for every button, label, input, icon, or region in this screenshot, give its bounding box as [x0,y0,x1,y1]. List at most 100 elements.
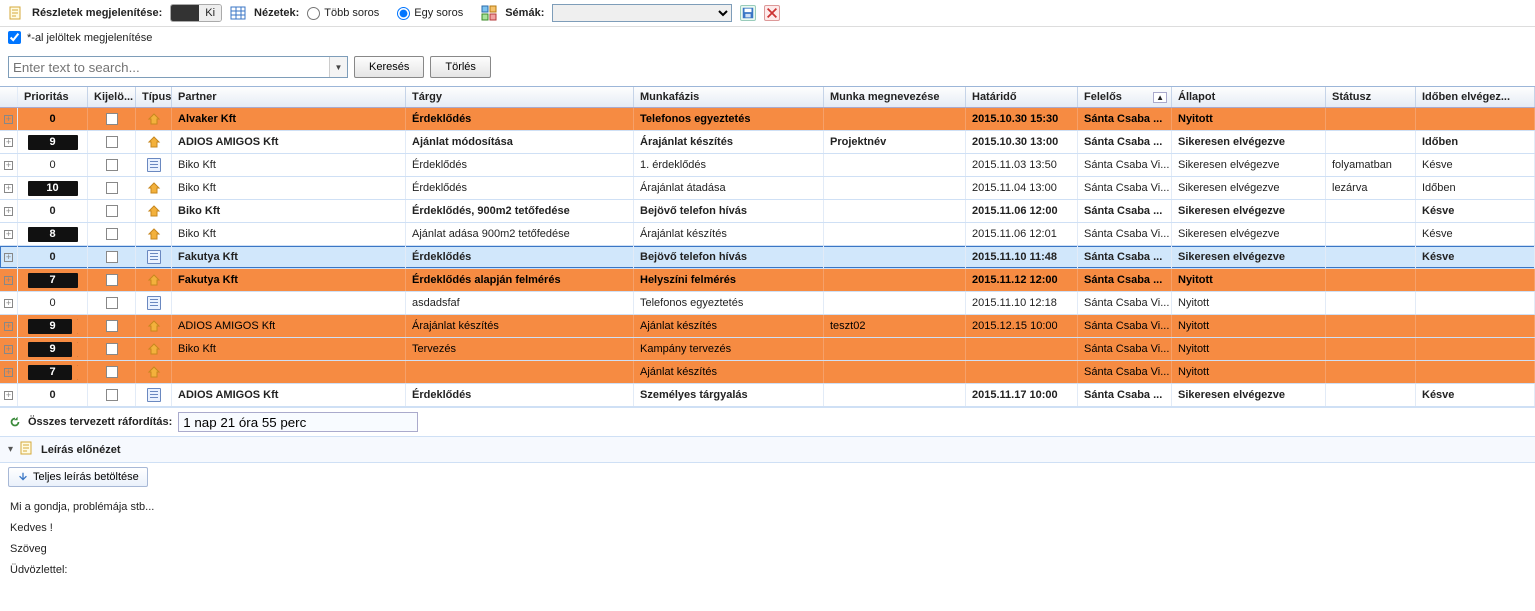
star-filter-checkbox[interactable] [8,31,21,44]
search-button[interactable]: Keresés [354,56,424,78]
cell-felelos: Sánta Csaba Vi... [1078,315,1172,337]
col-kijelo[interactable]: Kijelö... [88,87,136,107]
load-full-description-button[interactable]: Teljes leírás betöltése [8,467,148,487]
cell-idoben: Késve [1416,384,1535,406]
cell-tipus [136,223,172,245]
cell-kijelo[interactable] [88,384,136,406]
table-row[interactable]: +7Fakutya KftÉrdeklődés alapján felmérés… [0,269,1535,292]
table-row[interactable]: +0Biko KftÉrdeklődés, 900m2 tetőfedéseBe… [0,200,1535,223]
expand-button[interactable]: + [0,177,18,199]
cell-hatarido: 2015.11.10 11:48 [966,246,1078,268]
table-row[interactable]: +0Biko KftÉrdeklődés1. érdeklődés2015.11… [0,154,1535,177]
col-hatarido[interactable]: Határidő [966,87,1078,107]
cell-kijelo[interactable] [88,269,136,291]
total-value [178,412,418,432]
cell-kijelo[interactable] [88,292,136,314]
cell-hatarido: 2015.11.03 13:50 [966,154,1078,176]
expand-button[interactable]: + [0,154,18,176]
cell-kijelo[interactable] [88,108,136,130]
cell-tipus [136,200,172,222]
cell-partner: Biko Kft [172,154,406,176]
sort-asc-icon: ▲ [1153,92,1167,103]
table-row[interactable]: +0Fakutya KftÉrdeklődésBejövő telefon hí… [0,246,1535,269]
table-row[interactable]: +9Biko KftTervezésKampány tervezésSánta … [0,338,1535,361]
col-munka-meg[interactable]: Munka megnevezése [824,87,966,107]
cell-munkafazis: Ajánlat készítés [634,361,824,383]
details-label: Részletek megjelenítése: [32,7,162,19]
table-row[interactable]: +0ADIOS AMIGOS KftÉrdeklődésSzemélyes tá… [0,384,1535,407]
col-prioritas[interactable]: Prioritás [18,87,88,107]
expand-button[interactable]: + [0,384,18,406]
expand-button[interactable]: + [0,269,18,291]
col-idoben[interactable]: Időben elvégez... [1416,87,1535,107]
cell-kijelo[interactable] [88,315,136,337]
summary-row: Összes tervezett ráfordítás: [0,407,1535,436]
details-toggle[interactable]: Ki [170,4,222,22]
cell-kijelo[interactable] [88,338,136,360]
cell-kijelo[interactable] [88,131,136,153]
cell-statusz [1326,200,1416,222]
col-statusz[interactable]: Státusz [1326,87,1416,107]
cell-hatarido: 2015.11.17 10:00 [966,384,1078,406]
cell-idoben: Időben [1416,131,1535,153]
table-row[interactable]: +9ADIOS AMIGOS KftAjánlat módosításaÁraj… [0,131,1535,154]
col-felelos[interactable]: Felelős▲ [1078,87,1172,107]
table-row[interactable]: +8Biko KftAjánlat adása 900m2 tetőfedése… [0,223,1535,246]
cell-allapot: Nyitott [1172,338,1326,360]
delete-schema-button[interactable] [764,5,780,21]
cell-statusz [1326,292,1416,314]
cell-tipus [136,131,172,153]
clear-button[interactable]: Törlés [430,56,491,78]
col-tipus[interactable]: Típus [136,87,172,107]
expand-button[interactable]: + [0,246,18,268]
table-row[interactable]: +0Alvaker KftÉrdeklődésTelefonos egyezte… [0,108,1535,131]
cell-kijelo[interactable] [88,177,136,199]
refresh-icon[interactable] [8,415,22,429]
table-row[interactable]: +10Biko KftÉrdeklődésÁrajánlat átadása20… [0,177,1535,200]
expand-button[interactable]: + [0,131,18,153]
cell-targy: Tervezés [406,338,634,360]
expand-button[interactable]: + [0,108,18,130]
cell-munka-meg [824,200,966,222]
col-munkafazis[interactable]: Munkafázis [634,87,824,107]
save-schema-button[interactable] [740,5,756,21]
expand-button[interactable]: + [0,200,18,222]
expand-button[interactable]: + [0,292,18,314]
cell-partner: Alvaker Kft [172,108,406,130]
cell-kijelo[interactable] [88,154,136,176]
cell-kijelo[interactable] [88,223,136,245]
table-row[interactable]: +9ADIOS AMIGOS KftÁrajánlat készítésAján… [0,315,1535,338]
expand-button[interactable]: + [0,361,18,383]
cell-tipus [136,269,172,291]
preview-header[interactable]: ▾ Leírás előnézet [0,436,1535,463]
col-targy[interactable]: Tárgy [406,87,634,107]
col-partner[interactable]: Partner [172,87,406,107]
cell-kijelo[interactable] [88,246,136,268]
search-dropdown-button[interactable]: ▼ [329,57,347,77]
expand-button[interactable]: + [0,223,18,245]
preview-body: Mi a gondja, problémája stb... Kedves ! … [0,491,1535,587]
cell-hatarido [966,361,1078,383]
table-icon [230,5,246,21]
cell-prio: 0 [18,154,88,176]
search-input[interactable] [8,56,348,78]
cell-hatarido: 2015.11.06 12:00 [966,200,1078,222]
cell-hatarido: 2015.11.06 12:01 [966,223,1078,245]
schema-select[interactable] [552,4,732,22]
cell-prio: 0 [18,246,88,268]
view-single-radio[interactable]: Egy soros [397,7,463,20]
cell-hatarido: 2015.11.04 13:00 [966,177,1078,199]
total-label: Összes tervezett ráfordítás: [28,416,172,428]
cell-prio: 0 [18,200,88,222]
table-row[interactable]: +7Ajánlat készítésSánta Csaba Vi...Nyito… [0,361,1535,384]
cell-allapot: Sikeresen elvégezve [1172,154,1326,176]
view-multi-radio[interactable]: Több soros [307,7,379,20]
expand-button[interactable]: + [0,315,18,337]
col-allapot[interactable]: Állapot [1172,87,1326,107]
cell-partner [172,361,406,383]
table-row[interactable]: +0asdadsfafTelefonos egyeztetés2015.11.1… [0,292,1535,315]
expand-button[interactable]: + [0,338,18,360]
cell-kijelo[interactable] [88,361,136,383]
cell-felelos: Sánta Csaba Vi... [1078,338,1172,360]
cell-kijelo[interactable] [88,200,136,222]
